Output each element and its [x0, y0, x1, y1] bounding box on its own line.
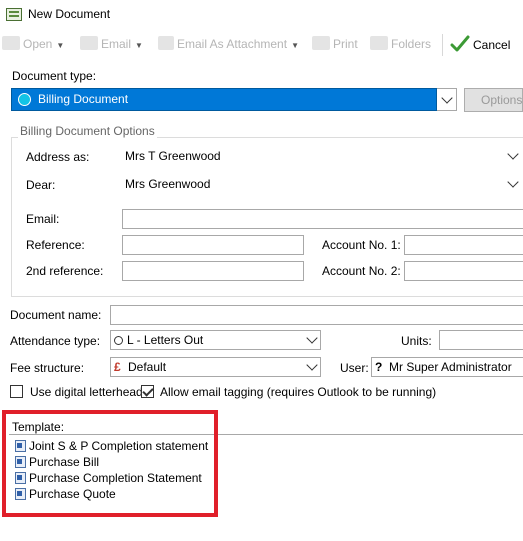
email-icon — [80, 36, 98, 50]
address-as-label: Address as: — [26, 150, 90, 164]
document-name-label: Document name: — [10, 308, 102, 322]
email-label: Email: — [26, 212, 60, 226]
fee-structure-value: Default — [128, 360, 167, 374]
email-attachment-button[interactable]: Email As Attachment ▼ — [158, 36, 299, 54]
email-button[interactable]: Email ▼ — [80, 36, 143, 54]
toolbar: Open ▼ Email ▼ Email As Attachment ▼ Print … — [0, 30, 523, 60]
toolbar-separator — [442, 34, 443, 56]
chevron-down-icon — [441, 92, 453, 104]
address-as-value: Mrs T Greenwood — [125, 149, 221, 163]
account-no-2-label: Account No. 2: — [322, 264, 401, 278]
chevron-down-icon — [507, 176, 519, 188]
chevron-down-icon[interactable]: ▼ — [291, 41, 299, 50]
address-as-combo[interactable]: Mrs T Greenwood — [122, 147, 523, 167]
user-value: Mr Super Administrator — [389, 360, 512, 374]
cancel-button[interactable]: Cancel — [450, 35, 510, 53]
email-tagging-label: Allow email tagging (requires Outlook to… — [160, 385, 437, 399]
title-bar: New Document — [0, 0, 523, 30]
user-icon: ? — [375, 360, 383, 374]
user-select[interactable]: ? Mr Super Administrator — [371, 357, 523, 377]
attendance-type-label: Attendance type: — [10, 334, 101, 348]
folders-icon — [370, 36, 388, 50]
fee-structure-label: Fee structure: — [10, 361, 85, 375]
reference-input[interactable] — [122, 235, 304, 255]
folders-label: Folders — [391, 37, 432, 51]
second-reference-label: 2nd reference: — [26, 264, 104, 278]
chevron-down-icon[interactable]: ▼ — [56, 41, 64, 50]
user-label: User: — [340, 361, 369, 375]
email-label: Email — [101, 37, 132, 51]
email-input[interactable] — [122, 209, 523, 229]
dear-combo[interactable]: Mrs Greenwood — [122, 175, 523, 195]
open-button[interactable]: Open ▼ — [2, 36, 64, 54]
attendance-type-select[interactable]: L - Letters Out — [110, 330, 321, 350]
digital-letterhead-label: Use digital letterhead — [30, 385, 143, 399]
second-reference-input[interactable] — [122, 261, 304, 281]
dear-label: Dear: — [26, 178, 56, 192]
cancel-label: Cancel — [473, 38, 511, 52]
dear-value: Mrs Greenwood — [125, 177, 211, 191]
document-type-value: Billing Document — [38, 92, 129, 106]
document-name-input[interactable] — [110, 305, 523, 325]
email-attachment-label: Email As Attachment — [177, 37, 288, 51]
billing-document-icon — [18, 93, 31, 106]
print-button[interactable]: Print — [312, 36, 358, 54]
account-no-2-input[interactable] — [404, 261, 523, 281]
cancel-check-icon — [450, 35, 470, 53]
open-label: Open — [23, 37, 53, 51]
window-title: New Document — [28, 7, 111, 21]
attendance-type-value: L - Letters Out — [127, 333, 204, 347]
reference-label: Reference: — [26, 238, 85, 252]
email-tagging-checkbox[interactable] — [141, 385, 154, 398]
options-button[interactable]: Options... — [464, 88, 523, 112]
units-label: Units: — [401, 334, 432, 348]
chevron-down-icon — [306, 332, 318, 344]
billing-options-title: Billing Document Options — [18, 124, 157, 138]
print-label: Print — [333, 37, 358, 51]
attendance-type-icon — [114, 336, 123, 345]
document-type-label: Document type: — [12, 69, 97, 83]
account-no-1-label: Account No. 1: — [322, 238, 401, 252]
chevron-down-icon — [507, 148, 519, 160]
document-type-select[interactable]: Billing Document — [11, 88, 437, 111]
units-input[interactable] — [439, 330, 523, 350]
printer-icon — [312, 36, 330, 50]
digital-letterhead-checkbox[interactable] — [10, 385, 23, 398]
account-no-1-input[interactable] — [404, 235, 523, 255]
fee-structure-select[interactable]: £ Default — [110, 357, 321, 377]
open-icon — [2, 36, 20, 50]
app-icon — [6, 8, 22, 21]
template-highlight-box — [2, 410, 218, 517]
email-attachment-icon — [158, 36, 174, 50]
pound-icon: £ — [114, 360, 121, 374]
folders-button[interactable]: Folders — [370, 36, 431, 54]
document-type-dropdown-button[interactable] — [437, 88, 457, 111]
chevron-down-icon[interactable]: ▼ — [135, 41, 143, 50]
chevron-down-icon — [306, 359, 318, 371]
